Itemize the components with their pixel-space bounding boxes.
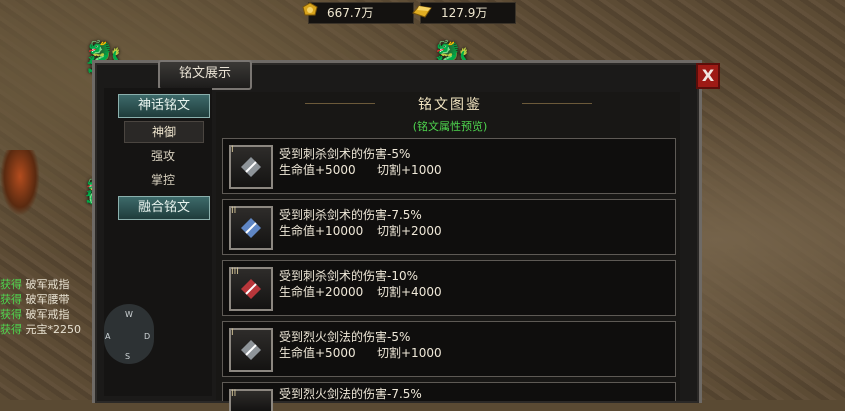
joystick-s: S [125,352,131,361]
log-tag: 获得 [0,293,22,306]
currency-bar: 667.7万 127.9万 [288,0,516,24]
loot-log-line: 获得 破军戒指 [0,276,70,292]
inscription-card[interactable]: III 受到刺杀剑术的伤害-10% 生命值+20000 切割+4000 [222,260,676,316]
log-tag: 获得 [0,323,22,336]
rune-tier: II [231,206,237,216]
npc-character[interactable] [0,150,40,216]
window-title: 铭文展示 [158,60,252,90]
cut-bonus: 切割+2000 [377,224,442,238]
rune-slot: I [229,328,273,372]
sidebar-item-qianggong[interactable]: 强攻 [124,146,202,166]
cut-bonus: 切割+1000 [377,346,442,360]
ingot-amount: 127.9万 [441,6,488,20]
rune-tier: I [231,328,234,338]
hp-bonus: 生命值+20000 [279,285,364,299]
rune-gem-icon [241,157,261,177]
card-effect: 受到烈火剑法的伤害-5% [279,330,411,344]
card-stats: 生命值+5000 切割+1000 [279,344,442,361]
inscription-card[interactable]: II 受到烈火剑法的伤害-7.5% [222,382,676,411]
hp-bonus: 生命值+5000 [279,163,356,177]
cut-bonus: 切割+1000 [377,163,442,177]
rune-gem-icon [241,340,261,360]
sidebar-item-zhangkong[interactable]: 掌控 [124,170,202,190]
rune-slot: III [229,267,273,311]
loot-log-line: 获得 破军戒指 [0,306,70,322]
movement-joystick[interactable]: W A S D [104,304,154,364]
sidebar-item-shenyu[interactable]: 神御 [124,121,204,143]
log-text: 破军戒指 [25,308,70,321]
gold-ingot-icon [412,5,432,18]
joystick-d: D [144,332,151,341]
gold-coin-icon [302,2,318,16]
joystick-a: A [105,332,111,341]
card-stats: 生命值+20000 切割+4000 [279,283,442,300]
close-button[interactable]: X [696,63,720,89]
loot-log-line: 获得 破军腰带 [0,291,70,307]
log-text: 破军腰带 [25,293,70,306]
card-effect: 受到刺杀剑术的伤害-7.5% [279,208,422,222]
log-tag: 获得 [0,308,22,321]
card-stats: 生命值+10000 切割+2000 [279,222,442,239]
inscription-card[interactable]: I 受到刺杀剑术的伤害-5% 生命值+5000 切割+1000 [222,138,676,194]
card-effect: 受到刺杀剑术的伤害-10% [279,269,419,283]
loot-log-line: 获得 元宝*2250 [0,321,81,337]
log-tag: 获得 [0,278,22,291]
card-effect: 受到刺杀剑术的伤害-5% [279,147,411,161]
inscription-card[interactable]: I 受到烈火剑法的伤害-5% 生命值+5000 切割+1000 [222,321,676,377]
hp-bonus: 生命值+5000 [279,346,356,360]
ingot-counter: 127.9万 [412,2,516,24]
log-text: 元宝*2250 [25,323,82,336]
rune-slot: II [229,389,273,411]
card-effect: 受到烈火剑法的伤害-7.5% [279,387,422,401]
rune-gem-icon [241,279,261,299]
panel-title: 铭文图鉴 [418,97,482,113]
joystick-w: W [125,310,133,319]
rune-tier: I [231,145,234,155]
log-text: 破军戒指 [25,278,70,291]
rune-slot: II [229,206,273,250]
rune-gem-icon [241,218,261,238]
rune-tier: III [231,267,239,277]
cut-bonus: 切割+4000 [377,285,442,299]
card-stats: 生命值+5000 切割+1000 [279,161,442,178]
rune-tier: II [231,389,237,399]
panel-subtitle: (铭文属性预览) [412,120,488,133]
tab-mythic-inscription[interactable]: 神话铭文 [118,94,210,118]
hp-bonus: 生命值+10000 [279,224,364,238]
rune-slot: I [229,145,273,189]
inscription-card[interactable]: II 受到刺杀剑术的伤害-7.5% 生命值+10000 切割+2000 [222,199,676,255]
gold-amount: 667.7万 [327,6,374,20]
tab-fusion-inscription[interactable]: 融合铭文 [118,196,210,220]
gold-counter: 667.7万 [302,2,414,24]
